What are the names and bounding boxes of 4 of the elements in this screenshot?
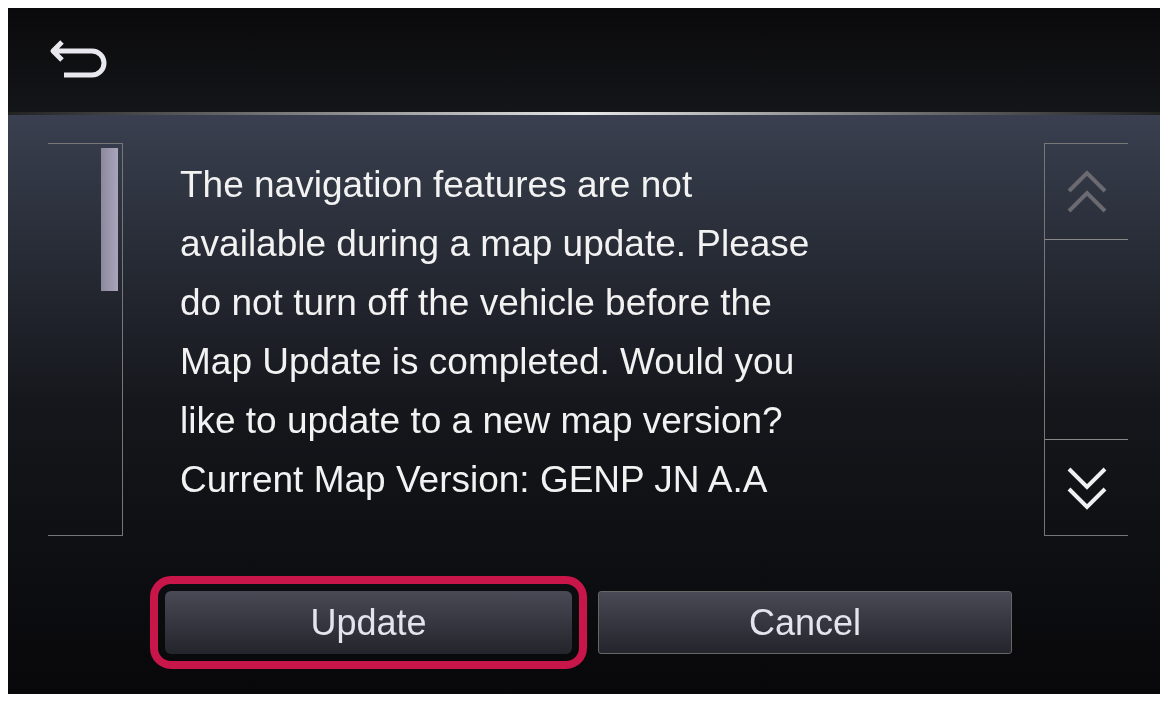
update-button[interactable]: Update [165,591,572,654]
cancel-button[interactable]: Cancel [598,591,1012,654]
scrollbar-thumb[interactable] [101,148,118,291]
message-text: The navigation features are not available during a map update. Please do not turn off the vehicle before the Map Update is completed. Would you like to update to a new map version? Current Map Version: GENP JN A.A [180,163,811,502]
